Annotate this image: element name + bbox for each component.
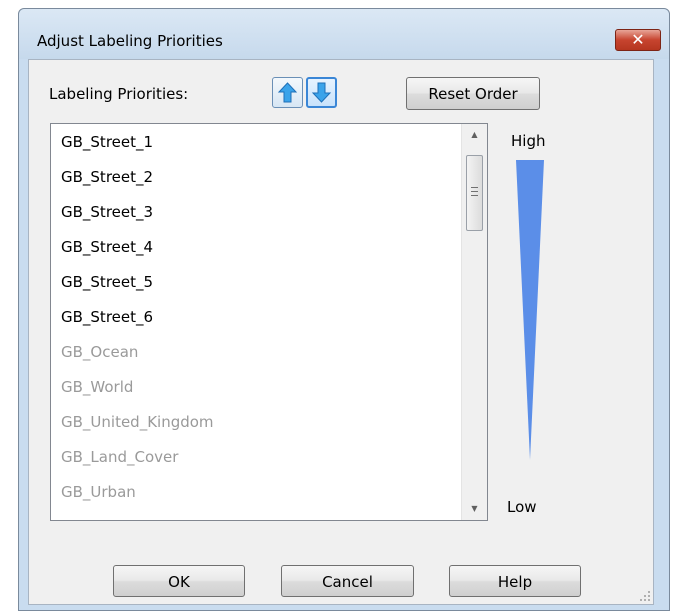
list-item[interactable]: GB_World [61,372,133,402]
window-title: Adjust Labeling Priorities [37,32,223,50]
list-item[interactable]: GB_Ocean [61,337,138,367]
list-item[interactable]: GB_Street_4 [61,232,153,262]
scroll-up-arrow-icon[interactable]: ▲ [462,126,487,144]
move-down-button[interactable] [306,77,337,108]
scroll-thumb[interactable] [466,155,483,231]
resize-grip-icon[interactable] [639,590,651,602]
vertical-scrollbar[interactable]: ▲ ▼ [461,124,487,520]
list-item[interactable]: GB_Street_5 [61,267,153,297]
dialog-content: Labeling Priorities: Reset Order GB_Stre… [28,59,654,605]
dialog-window: Adjust Labeling Priorities ✕ Labeling Pr… [18,8,670,611]
reset-order-button[interactable]: Reset Order [406,77,540,110]
arrow-down-icon [311,82,332,103]
scroll-down-arrow-icon[interactable]: ▼ [462,500,487,518]
list-item[interactable]: GB_Land_Cover [61,442,178,472]
priority-wedge-icon [516,160,544,460]
close-icon: ✕ [631,30,645,49]
move-up-button[interactable] [272,77,303,108]
list-item[interactable]: GB_Street_3 [61,197,153,227]
title-bar[interactable]: Adjust Labeling Priorities ✕ [19,9,669,59]
labeling-priorities-list[interactable]: GB_Street_1 GB_Street_2 GB_Street_3 GB_S… [50,123,488,521]
arrow-up-icon [277,82,298,103]
high-priority-label: High [511,132,546,150]
grip-line [471,191,478,192]
labeling-priorities-label: Labeling Priorities: [49,85,189,103]
list-item[interactable]: GB_Urban [61,477,136,507]
close-button[interactable]: ✕ [615,29,661,51]
ok-button[interactable]: OK [113,565,245,597]
low-priority-label: Low [507,498,537,516]
grip-line [471,187,478,188]
list-item[interactable]: GB_Street_6 [61,302,153,332]
list-item[interactable]: GB_United_Kingdom [61,407,214,437]
list-item[interactable]: GB_Street_2 [61,162,153,192]
cancel-button[interactable]: Cancel [281,565,414,597]
list-item[interactable]: GB_Street_1 [61,127,153,157]
grip-line [471,195,478,196]
help-button[interactable]: Help [449,565,581,597]
